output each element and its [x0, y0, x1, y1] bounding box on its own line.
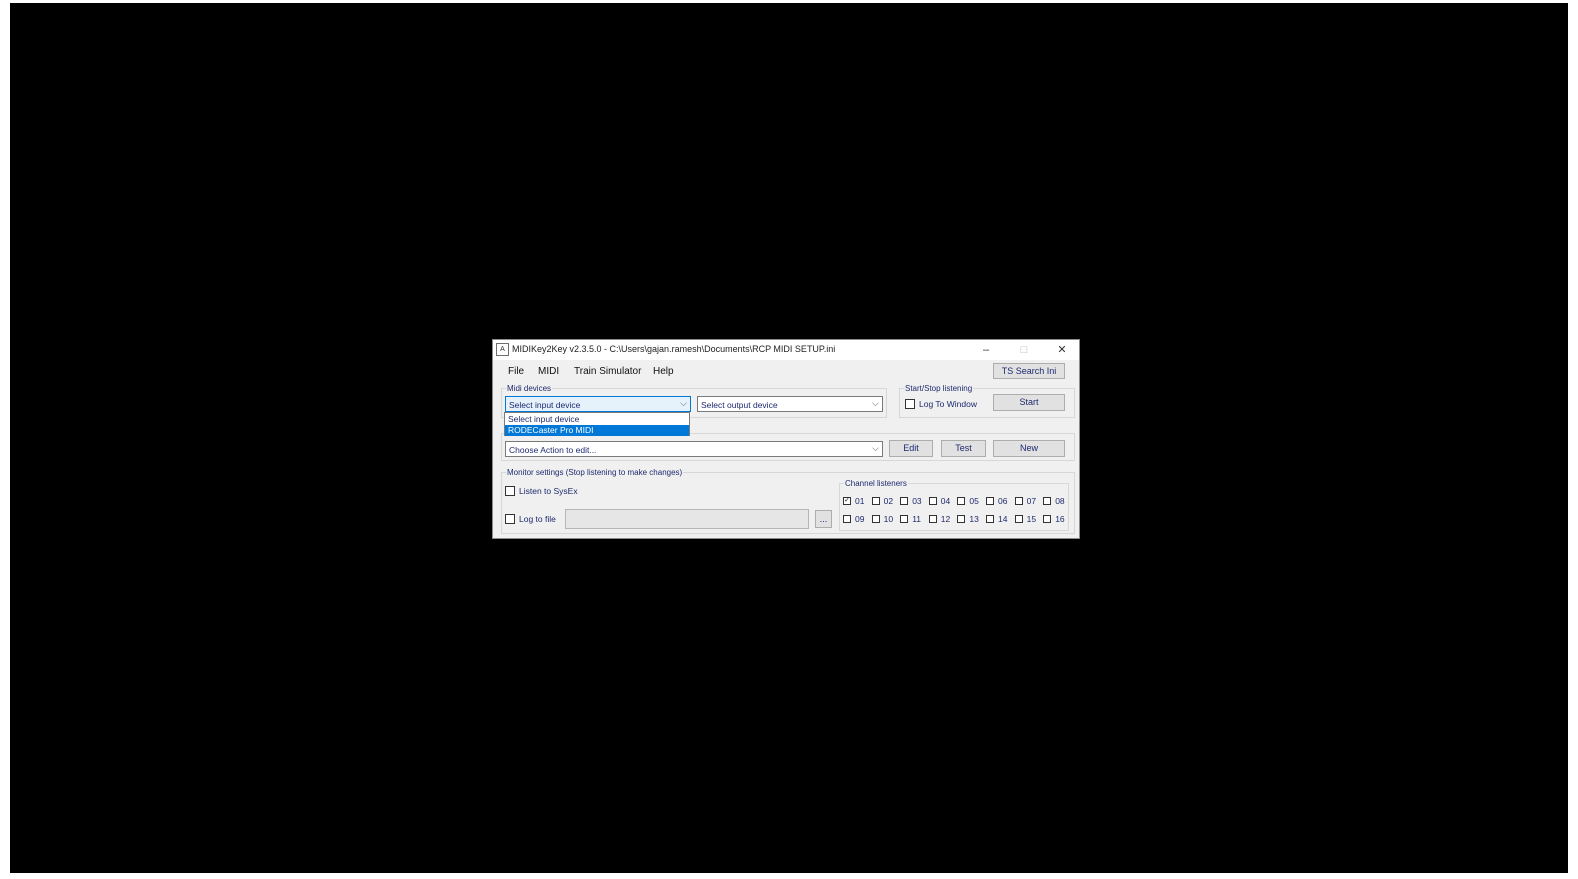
channel-05-checkbox[interactable] [957, 497, 966, 505]
log-to-file-label: Log to file [519, 514, 556, 524]
channel-05-label: 05 [969, 496, 979, 506]
test-button[interactable]: Test [941, 440, 986, 457]
maximize-button[interactable]: □ [1009, 340, 1039, 360]
menu-train-simulator[interactable]: Train Simulator [574, 366, 641, 377]
channel-listeners-legend: Channel listeners [845, 479, 907, 488]
log-to-window-checkbox[interactable] [905, 399, 915, 409]
menu-help[interactable]: Help [653, 366, 674, 377]
channel-11-checkbox[interactable] [900, 515, 909, 523]
edit-button[interactable]: Edit [889, 440, 933, 457]
channel-14-checkbox[interactable] [986, 515, 994, 523]
channel-07-checkbox[interactable] [1014, 497, 1023, 505]
close-button[interactable]: ✕ [1047, 340, 1077, 360]
menu-bar: File MIDI Train Simulator Help [493, 362, 1079, 380]
minimize-button[interactable]: – [971, 340, 1001, 360]
channel-14-label: 14 [998, 514, 1008, 524]
ts-search-ini-button[interactable]: TS Search Ini [993, 363, 1065, 379]
channel-12-label: 12 [940, 514, 951, 524]
app-window: A MIDIKey2Key v2.3.5.0 - C:\Users\gajan.… [492, 339, 1080, 539]
dropdown-option[interactable]: Select input device [505, 414, 689, 425]
channel-13-checkbox[interactable] [957, 515, 966, 523]
channel-08-label: 08 [1055, 496, 1065, 506]
channel-01-label: 01 [855, 496, 865, 506]
log-to-window-label: Log To Window [919, 399, 977, 409]
browse-button[interactable]: ... [815, 510, 832, 528]
menu-file[interactable]: File [508, 366, 524, 377]
channel-01-checkbox[interactable]: ✓ [843, 497, 851, 505]
listen-sysex-checkbox[interactable] [505, 486, 515, 496]
input-device-dropdown-list: Select input device RODECaster Pro MIDI [504, 412, 690, 436]
channel-11-label: 11 [912, 514, 922, 524]
channel-10-label: 10 [883, 514, 894, 524]
channel-09-label: 09 [855, 514, 865, 524]
channel-12-checkbox[interactable] [928, 515, 937, 523]
menu-midi[interactable]: MIDI [538, 366, 559, 377]
midi-devices-legend: Midi devices [507, 384, 552, 393]
start-stop-legend: Start/Stop listening [905, 384, 973, 393]
channel-02-label: 02 [883, 496, 894, 506]
chevron-down-icon: ⌵ [680, 398, 687, 408]
action-select-value: Choose Action to edit... [509, 445, 597, 455]
channel-16-label: 16 [1055, 514, 1065, 524]
dropdown-option[interactable]: RODECaster Pro MIDI [505, 425, 689, 436]
channel-15-label: 15 [1026, 514, 1037, 524]
channel-13-label: 13 [969, 514, 979, 524]
channel-15-checkbox[interactable] [1014, 515, 1023, 523]
channel-03-checkbox[interactable] [900, 497, 909, 505]
channel-07-label: 07 [1026, 496, 1037, 506]
window-title: MIDIKey2Key v2.3.5.0 - C:\Users\gajan.ra… [512, 344, 836, 354]
channel-09-checkbox[interactable] [843, 515, 851, 523]
listen-sysex-label: Listen to SysEx [519, 486, 578, 496]
title-bar[interactable]: A MIDIKey2Key v2.3.5.0 - C:\Users\gajan.… [493, 340, 1079, 360]
channel-16-checkbox[interactable] [1043, 515, 1052, 523]
channel-06-label: 06 [998, 496, 1008, 506]
log-to-file-checkbox[interactable] [505, 514, 515, 524]
start-button[interactable]: Start [993, 394, 1065, 411]
input-device-value: Select input device [509, 400, 581, 410]
input-device-select[interactable]: Select input device ⌵ [505, 396, 691, 412]
chevron-down-icon: ⌵ [872, 443, 879, 453]
channel-02-checkbox[interactable] [871, 497, 880, 505]
channel-04-label: 04 [940, 496, 951, 506]
log-file-path-input[interactable] [565, 509, 809, 529]
channel-04-checkbox[interactable] [928, 497, 937, 505]
chevron-down-icon: ⌵ [872, 398, 879, 408]
channel-03-label: 03 [912, 496, 922, 506]
output-device-select[interactable]: Select output device ⌵ [697, 396, 883, 412]
action-select[interactable]: Choose Action to edit... ⌵ [505, 441, 883, 457]
output-device-value: Select output device [701, 400, 778, 410]
new-button[interactable]: New [993, 440, 1065, 457]
channel-08-checkbox[interactable] [1043, 497, 1052, 505]
monitor-settings-legend: Monitor settings (Stop listening to make… [507, 468, 683, 477]
channel-06-checkbox[interactable] [986, 497, 994, 505]
channel-10-checkbox[interactable] [871, 515, 880, 523]
app-icon: A [496, 343, 509, 356]
